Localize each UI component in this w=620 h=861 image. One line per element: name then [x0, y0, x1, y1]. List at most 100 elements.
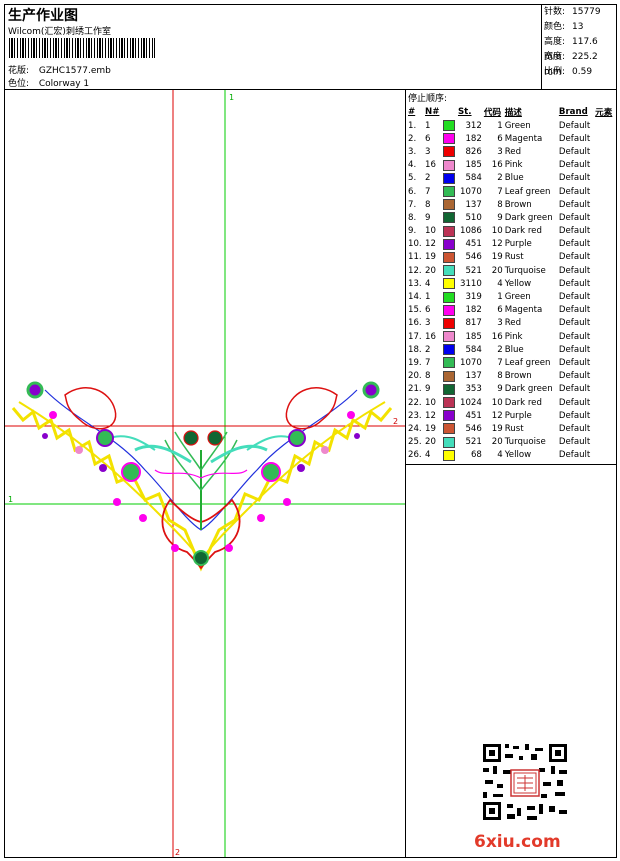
- row-code: 9: [497, 212, 503, 223]
- row-needle: 4: [425, 278, 431, 289]
- row-index: 13.: [408, 278, 422, 289]
- row-brand: Default: [558, 212, 591, 223]
- row-needle: 1: [425, 120, 431, 131]
- row-description: Pink: [504, 331, 523, 342]
- row-needle: 6: [425, 305, 431, 316]
- row-stitches: 182: [465, 133, 482, 144]
- table-row: 20. 8 137 8 Brown Default: [407, 370, 615, 383]
- row-index: 23.: [408, 410, 422, 421]
- guide-label-h2: 2: [393, 417, 398, 426]
- row-index: 5.: [408, 173, 417, 184]
- stop-sequence-table: # N# St. 代码 描述 Brand 元素 1. 1 312 1 Green Defa…: [407, 105, 615, 462]
- row-brand: Default: [558, 331, 591, 342]
- row-element: [594, 185, 615, 198]
- row-brand: Default: [558, 292, 591, 303]
- color-swatch: [442, 198, 457, 211]
- row-brand: Default: [558, 410, 591, 421]
- spec-panel: 针数: 15779 颜色: 13 高度: 117.6 mm 宽度: 225.2 mm 比…: [542, 5, 616, 89]
- guide-label-h1: 1: [8, 495, 13, 504]
- worksheet: 生产作业图 Wilcom(汇宏)刺绣工作室 花版: GZHC1577.emb 色…: [4, 4, 617, 858]
- row-description: Green: [504, 292, 531, 303]
- row-brand: Default: [558, 265, 591, 276]
- row-description: Rust: [504, 423, 524, 434]
- page-title: 生产作业图: [8, 8, 78, 24]
- table-row: 18. 2 584 2 Blue Default: [407, 343, 615, 356]
- spec-height: 高度: 117.6 mm: [544, 37, 598, 62]
- row-description: Purple: [504, 410, 532, 421]
- row-stitches: 137: [465, 371, 482, 382]
- row-needle: 2: [425, 173, 431, 184]
- table-row: 19. 7 1070 7 Leaf green Default: [407, 356, 615, 369]
- row-stitches: 451: [465, 239, 482, 250]
- row-element: [594, 290, 615, 303]
- row-element: [594, 238, 615, 251]
- table-row: 24. 19 546 19 Rust Default: [407, 422, 615, 435]
- row-brand: Default: [558, 450, 591, 461]
- row-description: Pink: [504, 160, 523, 171]
- row-element: [594, 396, 615, 409]
- table-row: 17. 16 185 16 Pink Default: [407, 330, 615, 343]
- swatch-icon: [442, 133, 455, 145]
- guide-label-v2: 1: [229, 93, 234, 102]
- color-swatch: [442, 304, 457, 317]
- row-index: 2.: [408, 133, 417, 144]
- stop-sequence-panel: 停止顺序: # N# St. 代码 描述 Brand 元素 1. 1 312 1 Gre…: [406, 90, 616, 857]
- row-index: 17.: [408, 331, 422, 342]
- row-index: 22.: [408, 397, 422, 408]
- color-swatch: [442, 251, 457, 264]
- swatch-icon: [442, 159, 455, 171]
- row-brand: Default: [558, 305, 591, 316]
- row-code: 10: [491, 397, 503, 408]
- row-element: [594, 304, 615, 317]
- row-stitches: 584: [465, 173, 482, 184]
- table-row: 22. 10 1024 10 Dark red Default: [407, 396, 615, 409]
- row-needle: 10: [425, 397, 436, 408]
- color-swatch: [442, 159, 457, 172]
- row-needle: 8: [425, 199, 431, 210]
- color-swatch: [442, 383, 457, 396]
- row-index: 9.: [408, 226, 417, 237]
- swatch-icon: [442, 436, 455, 448]
- row-brand: Default: [558, 226, 591, 237]
- row-stitches: 1024: [460, 397, 482, 408]
- row-element: [594, 277, 615, 290]
- row-code: 12: [491, 410, 503, 421]
- row-description: Dark green: [504, 212, 553, 223]
- row-code: 7: [497, 186, 503, 197]
- row-brand: Default: [558, 357, 591, 368]
- row-description: Leaf green: [504, 357, 551, 368]
- row-element: [594, 370, 615, 383]
- row-description: Turquoise: [504, 265, 546, 276]
- color-swatch: [442, 422, 457, 435]
- row-description: Yellow: [504, 450, 532, 461]
- row-needle: 12: [425, 410, 436, 421]
- row-index: 25.: [408, 437, 422, 448]
- row-needle: 7: [425, 186, 431, 197]
- col-header-code: 代码: [483, 108, 502, 118]
- swatch-icon: [442, 331, 455, 343]
- row-needle: 2: [425, 344, 431, 355]
- row-code: 1: [497, 292, 503, 303]
- table-row: 2. 6 182 6 Magenta Default: [407, 132, 615, 145]
- color-swatch: [442, 290, 457, 303]
- row-element: [594, 449, 615, 462]
- col-header-description: 描述: [504, 108, 522, 118]
- row-stitches: 137: [465, 199, 482, 210]
- color-swatch: [442, 185, 457, 198]
- row-index: 18.: [408, 344, 422, 355]
- row-stitches: 546: [465, 423, 482, 434]
- color-swatch: [442, 330, 457, 343]
- row-element: [594, 343, 615, 356]
- row-brand: Default: [558, 120, 591, 131]
- row-index: 12.: [408, 265, 422, 276]
- row-needle: 4: [425, 450, 431, 461]
- row-index: 20.: [408, 371, 422, 382]
- spec-scale: 比例: 0.59: [544, 67, 593, 77]
- col-header-stitches: St.: [457, 107, 472, 117]
- row-description: Rust: [504, 252, 524, 263]
- color-swatch: [442, 449, 457, 462]
- row-description: Blue: [504, 344, 524, 355]
- row-needle: 9: [425, 384, 431, 395]
- guide-label-v1: 2: [175, 848, 180, 857]
- row-brand: Default: [558, 397, 591, 408]
